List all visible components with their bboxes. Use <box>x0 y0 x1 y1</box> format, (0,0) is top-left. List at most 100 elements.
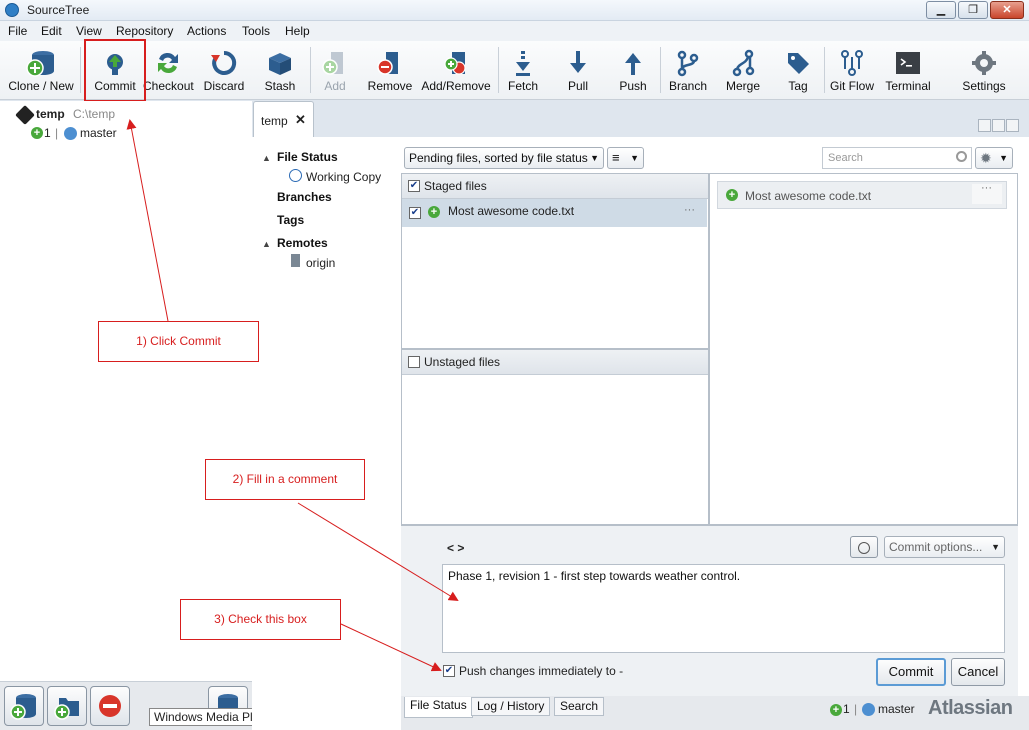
unstaged-files-header: Unstaged files <box>402 350 708 375</box>
staged-file-checkbox[interactable]: ✔ <box>409 207 421 219</box>
pull-arrow-icon <box>570 51 586 73</box>
menu-repository[interactable]: Repository <box>116 24 173 38</box>
commit-author[interactable]: < > <box>447 541 464 555</box>
merge-label: Merge <box>725 79 760 93</box>
database-add-icon <box>10 694 36 720</box>
menu-tools[interactable]: Tools <box>242 24 270 38</box>
new-folder-button[interactable] <box>47 686 87 726</box>
sidebar-remotes[interactable]: Remotes <box>277 236 328 250</box>
clone-new-button[interactable]: Clone / New <box>4 41 78 99</box>
expand-triangle-icon[interactable]: ▲ <box>262 153 271 163</box>
main-toolbar: Clone / New Commit Checkout Discard Stas… <box>0 41 1029 100</box>
add-button[interactable]: Add <box>315 41 355 99</box>
fetch-button[interactable]: Fetch <box>501 41 545 99</box>
added-file-icon: + <box>726 189 738 201</box>
expand-triangle-icon[interactable]: ▲ <box>262 239 271 249</box>
remove-bookmark-button[interactable] <box>90 686 130 726</box>
pull-button[interactable]: Pull <box>556 41 600 99</box>
commit-options-label: Commit options... <box>889 540 983 554</box>
checkout-button[interactable]: Checkout <box>143 41 194 99</box>
merge-button[interactable]: Merge <box>721 41 765 99</box>
sidebar-origin[interactable]: origin <box>306 256 335 270</box>
minimize-button[interactable]: ▁ <box>926 1 956 19</box>
cancel-button[interactable]: Cancel <box>951 658 1005 686</box>
check-circle-icon <box>289 169 302 182</box>
toolbar-separator <box>498 47 499 93</box>
file-filter-dropdown[interactable]: Pending files, sorted by file status ▼ <box>404 147 604 169</box>
checkout-icon <box>158 52 178 74</box>
tab-list-icon[interactable] <box>1006 119 1019 132</box>
unstaged-select-all-checkbox[interactable] <box>408 356 420 368</box>
database-add-icon <box>26 51 54 77</box>
history-button[interactable] <box>850 536 878 558</box>
tab-navigation <box>978 119 1024 133</box>
discard-icon <box>211 50 237 75</box>
commit-message-text: Phase 1, revision 1 - first step towards… <box>448 569 741 583</box>
staged-file-row[interactable]: ✔ + Most awesome code.txt ··· <box>402 199 707 227</box>
close-tab-icon[interactable]: ✕ <box>295 112 306 128</box>
staged-file-name: Most awesome code.txt <box>448 204 575 218</box>
branch-globe-icon <box>862 703 875 716</box>
tab-search[interactable]: Search <box>554 697 605 716</box>
menu-view[interactable]: View <box>76 24 102 38</box>
menu-help[interactable]: Help <box>285 24 310 38</box>
chevron-down-icon: ▼ <box>590 153 599 163</box>
commit-message-input[interactable]: Phase 1, revision 1 - first step towards… <box>442 564 1005 653</box>
menu-bar: File Edit View Repository Actions Tools … <box>0 21 1029 41</box>
tab-log-history[interactable]: Log / History <box>471 697 551 716</box>
branch-button[interactable]: Branch <box>666 41 710 99</box>
checkout-label: Checkout <box>143 79 194 93</box>
more-options-icon: ··· <box>981 182 992 194</box>
unstaged-files-title: Unstaged files <box>424 355 501 369</box>
commit-submit-button[interactable]: Commit <box>876 658 946 686</box>
tag-button[interactable]: Tag <box>776 41 820 99</box>
add-label: Add <box>324 79 346 93</box>
add-file-icon <box>322 52 343 75</box>
file-filter-value: Pending files, sorted by file status <box>409 151 588 165</box>
tab-next-icon[interactable] <box>992 119 1005 132</box>
menu-file[interactable]: File <box>8 24 27 38</box>
tab-temp[interactable]: temp ✕ <box>253 101 314 137</box>
more-options-icon[interactable]: ··· <box>684 204 695 216</box>
toolbar-separator <box>310 47 311 93</box>
search-icon <box>956 151 967 162</box>
options-dropdown[interactable]: ✹ ▼ <box>975 147 1013 169</box>
remove-button[interactable]: Remove <box>364 41 416 99</box>
title-bar: SourceTree ▁ ❐ ✕ <box>0 0 1029 21</box>
search-input[interactable]: Search <box>822 147 972 169</box>
repo-name[interactable]: temp <box>36 107 65 121</box>
staged-select-all-checkbox[interactable]: ✔ <box>408 180 420 192</box>
unstaged-files-pane <box>401 349 709 525</box>
push-button[interactable]: Push <box>611 41 655 99</box>
remove-label: Remove <box>367 79 413 93</box>
chevron-down-icon: ▼ <box>991 542 1000 552</box>
commit-options-dropdown[interactable]: Commit options... ▼ <box>884 536 1005 558</box>
repo-path: C:\temp <box>73 107 116 121</box>
maximize-button[interactable]: ❐ <box>958 1 988 19</box>
stash-button[interactable]: Stash <box>255 41 305 99</box>
remove-icon <box>99 695 121 717</box>
git-flow-button[interactable]: Git Flow <box>827 41 877 99</box>
search-placeholder: Search <box>828 152 863 164</box>
diff-options-button[interactable]: ··· <box>972 182 1002 204</box>
tab-file-status[interactable]: File Status <box>404 697 473 718</box>
add-remove-button[interactable]: Add/Remove <box>418 41 494 99</box>
fetch-label: Fetch <box>507 79 538 93</box>
sidebar-file-status[interactable]: File Status <box>277 150 338 164</box>
settings-button[interactable]: Settings <box>958 41 1010 99</box>
new-repository-button[interactable] <box>4 686 44 726</box>
push-immediately-checkbox[interactable]: ✔ <box>443 665 455 677</box>
menu-edit[interactable]: Edit <box>41 24 62 38</box>
sidebar-branches[interactable]: Branches <box>277 190 332 204</box>
close-window-button[interactable]: ✕ <box>990 1 1024 19</box>
discard-button[interactable]: Discard <box>199 41 249 99</box>
sidebar-tags[interactable]: Tags <box>277 213 304 227</box>
toolbar-separator <box>80 47 81 93</box>
window-title: SourceTree <box>27 3 90 17</box>
terminal-button[interactable]: Terminal <box>882 41 934 99</box>
sidebar-working-copy[interactable]: Working Copy <box>306 170 381 184</box>
tab-prev-icon[interactable] <box>978 119 991 132</box>
menu-actions[interactable]: Actions <box>187 24 226 38</box>
view-mode-dropdown[interactable]: ≡ ▼ <box>607 147 644 169</box>
ahead-plus-icon: + <box>31 127 43 139</box>
